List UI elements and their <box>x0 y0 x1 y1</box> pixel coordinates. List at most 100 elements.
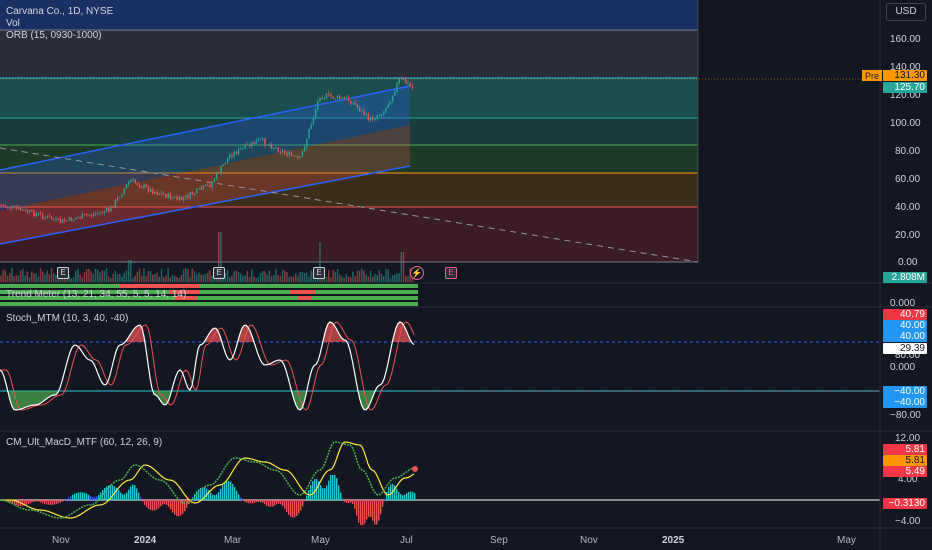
macd-hist-bar <box>320 485 322 500</box>
volume-bar <box>189 277 191 282</box>
macd-hist-bar <box>258 500 260 502</box>
macd-hist-bar <box>328 480 330 500</box>
trend-strip-2-red-b <box>290 290 315 294</box>
volume-bar <box>330 277 332 282</box>
trend-meter-legend[interactable]: Trend Meter (13, 21, 34, 55, 5, 5, 14, 1… <box>6 289 186 300</box>
volume-bar <box>191 268 194 282</box>
macd-hist-bar <box>38 500 40 502</box>
earnings-e-icon[interactable]: E <box>213 267 225 279</box>
pre-market-price-badge: 131.30 <box>883 70 927 81</box>
volume-bar <box>235 270 238 282</box>
macd-hist-bar <box>302 500 304 507</box>
volume-bar <box>343 277 345 282</box>
volume-bar <box>37 276 40 282</box>
macd-hist-bar <box>36 500 38 502</box>
macd-hist-bar <box>84 492 86 500</box>
macd-hist-bar <box>286 500 288 513</box>
macd-hist-bar <box>414 493 416 500</box>
volume-bar <box>50 268 53 282</box>
macd-hist-bar <box>162 500 164 505</box>
macd-hist-bar <box>68 497 70 500</box>
volume-bar <box>264 271 266 282</box>
macd-hist-bar <box>412 491 414 500</box>
volume-bar <box>367 276 370 282</box>
volume-bar <box>209 270 211 282</box>
price-tick: 20.00 <box>895 230 921 241</box>
volume-bar <box>33 273 35 282</box>
stoch-axis-tick: −80.00 <box>890 410 921 421</box>
time-tick: 2025 <box>662 535 685 546</box>
macd-hist-bar <box>50 500 52 505</box>
stoch-legend[interactable]: Stoch_MTM (10, 3, 40, -40) <box>6 313 128 324</box>
volume-bar <box>35 273 37 282</box>
volume-bar <box>286 272 288 282</box>
volume-bar <box>378 270 381 282</box>
macd-hist-bar <box>324 488 326 500</box>
macd-hist-bar <box>266 500 268 506</box>
volume-bar <box>156 272 158 282</box>
volume-bar <box>86 268 88 282</box>
volume-bar <box>119 273 121 282</box>
volume-bar <box>79 274 81 282</box>
macd-hist-bar <box>254 500 256 503</box>
macd-hist-bar <box>86 493 88 500</box>
volume-bar <box>284 270 286 282</box>
macd-hist-bar <box>80 492 82 500</box>
macd-legend[interactable]: CM_Ult_MacD_MTF (60, 12, 26, 9) <box>6 437 162 448</box>
macd-hist-bar <box>294 500 296 518</box>
macd-hist-bar <box>88 494 90 500</box>
volume-bar <box>24 275 26 282</box>
volume-bar <box>77 268 79 282</box>
volume-bar <box>251 269 253 282</box>
pre-market-tag: Pre <box>862 70 882 81</box>
currency-button[interactable]: USD <box>886 3 926 21</box>
orb-legend[interactable]: ORB (15, 0930-1000) <box>6 30 102 41</box>
macd-hist-bar <box>358 500 360 523</box>
macd-hist-bar <box>140 497 142 500</box>
volume-bar <box>17 275 20 282</box>
volume-bar <box>328 269 330 282</box>
macd-hist-bar <box>216 494 218 500</box>
macd-hist-bar <box>126 492 128 500</box>
time-tick: 2024 <box>134 535 157 546</box>
volume-bar <box>341 276 343 282</box>
time-tick: May <box>837 535 856 546</box>
volume-bar <box>229 277 231 282</box>
macd-hist-bar <box>364 500 366 524</box>
dividend-flash-icon[interactable]: ⚡ <box>410 266 424 280</box>
volume-bar <box>354 276 356 282</box>
volume-bar <box>394 274 396 282</box>
volume-bar <box>400 252 403 282</box>
volume-bar <box>4 270 7 282</box>
macd-hist-bar <box>334 475 336 500</box>
macd-hist-bar <box>82 492 84 500</box>
macd-hist-bar <box>70 496 72 500</box>
volume-bar <box>132 277 134 282</box>
volume-bar <box>334 271 337 282</box>
volume-bar <box>352 271 354 282</box>
earnings-e-icon[interactable]: E <box>313 267 325 279</box>
volume-bar <box>358 270 361 282</box>
volume-bar <box>347 276 350 282</box>
macd-hist-bar <box>60 500 62 503</box>
macd-hist-bar <box>352 500 354 504</box>
macd-hist-bar <box>224 482 226 500</box>
macd-hist-bar <box>314 479 316 500</box>
chart-canvas[interactable] <box>0 0 932 550</box>
candle <box>196 187 198 194</box>
volume-bar <box>226 270 229 282</box>
symbol-title[interactable]: Carvana Co., 1D, NYSE <box>6 6 113 17</box>
candle <box>202 185 205 191</box>
volume-bar <box>0 275 2 282</box>
volume-bar <box>270 276 273 282</box>
volume-bar <box>13 276 15 282</box>
time-tick: Jul <box>400 535 413 546</box>
earnings-e-icon[interactable]: E <box>445 267 457 279</box>
volume-legend[interactable]: Vol <box>6 18 20 29</box>
volume-bar <box>387 269 389 282</box>
macd-hist-bar <box>244 500 246 502</box>
volume-bar <box>402 252 405 282</box>
earnings-e-icon[interactable]: E <box>57 267 69 279</box>
volume-bar <box>407 276 409 282</box>
volume-bar <box>169 277 172 282</box>
